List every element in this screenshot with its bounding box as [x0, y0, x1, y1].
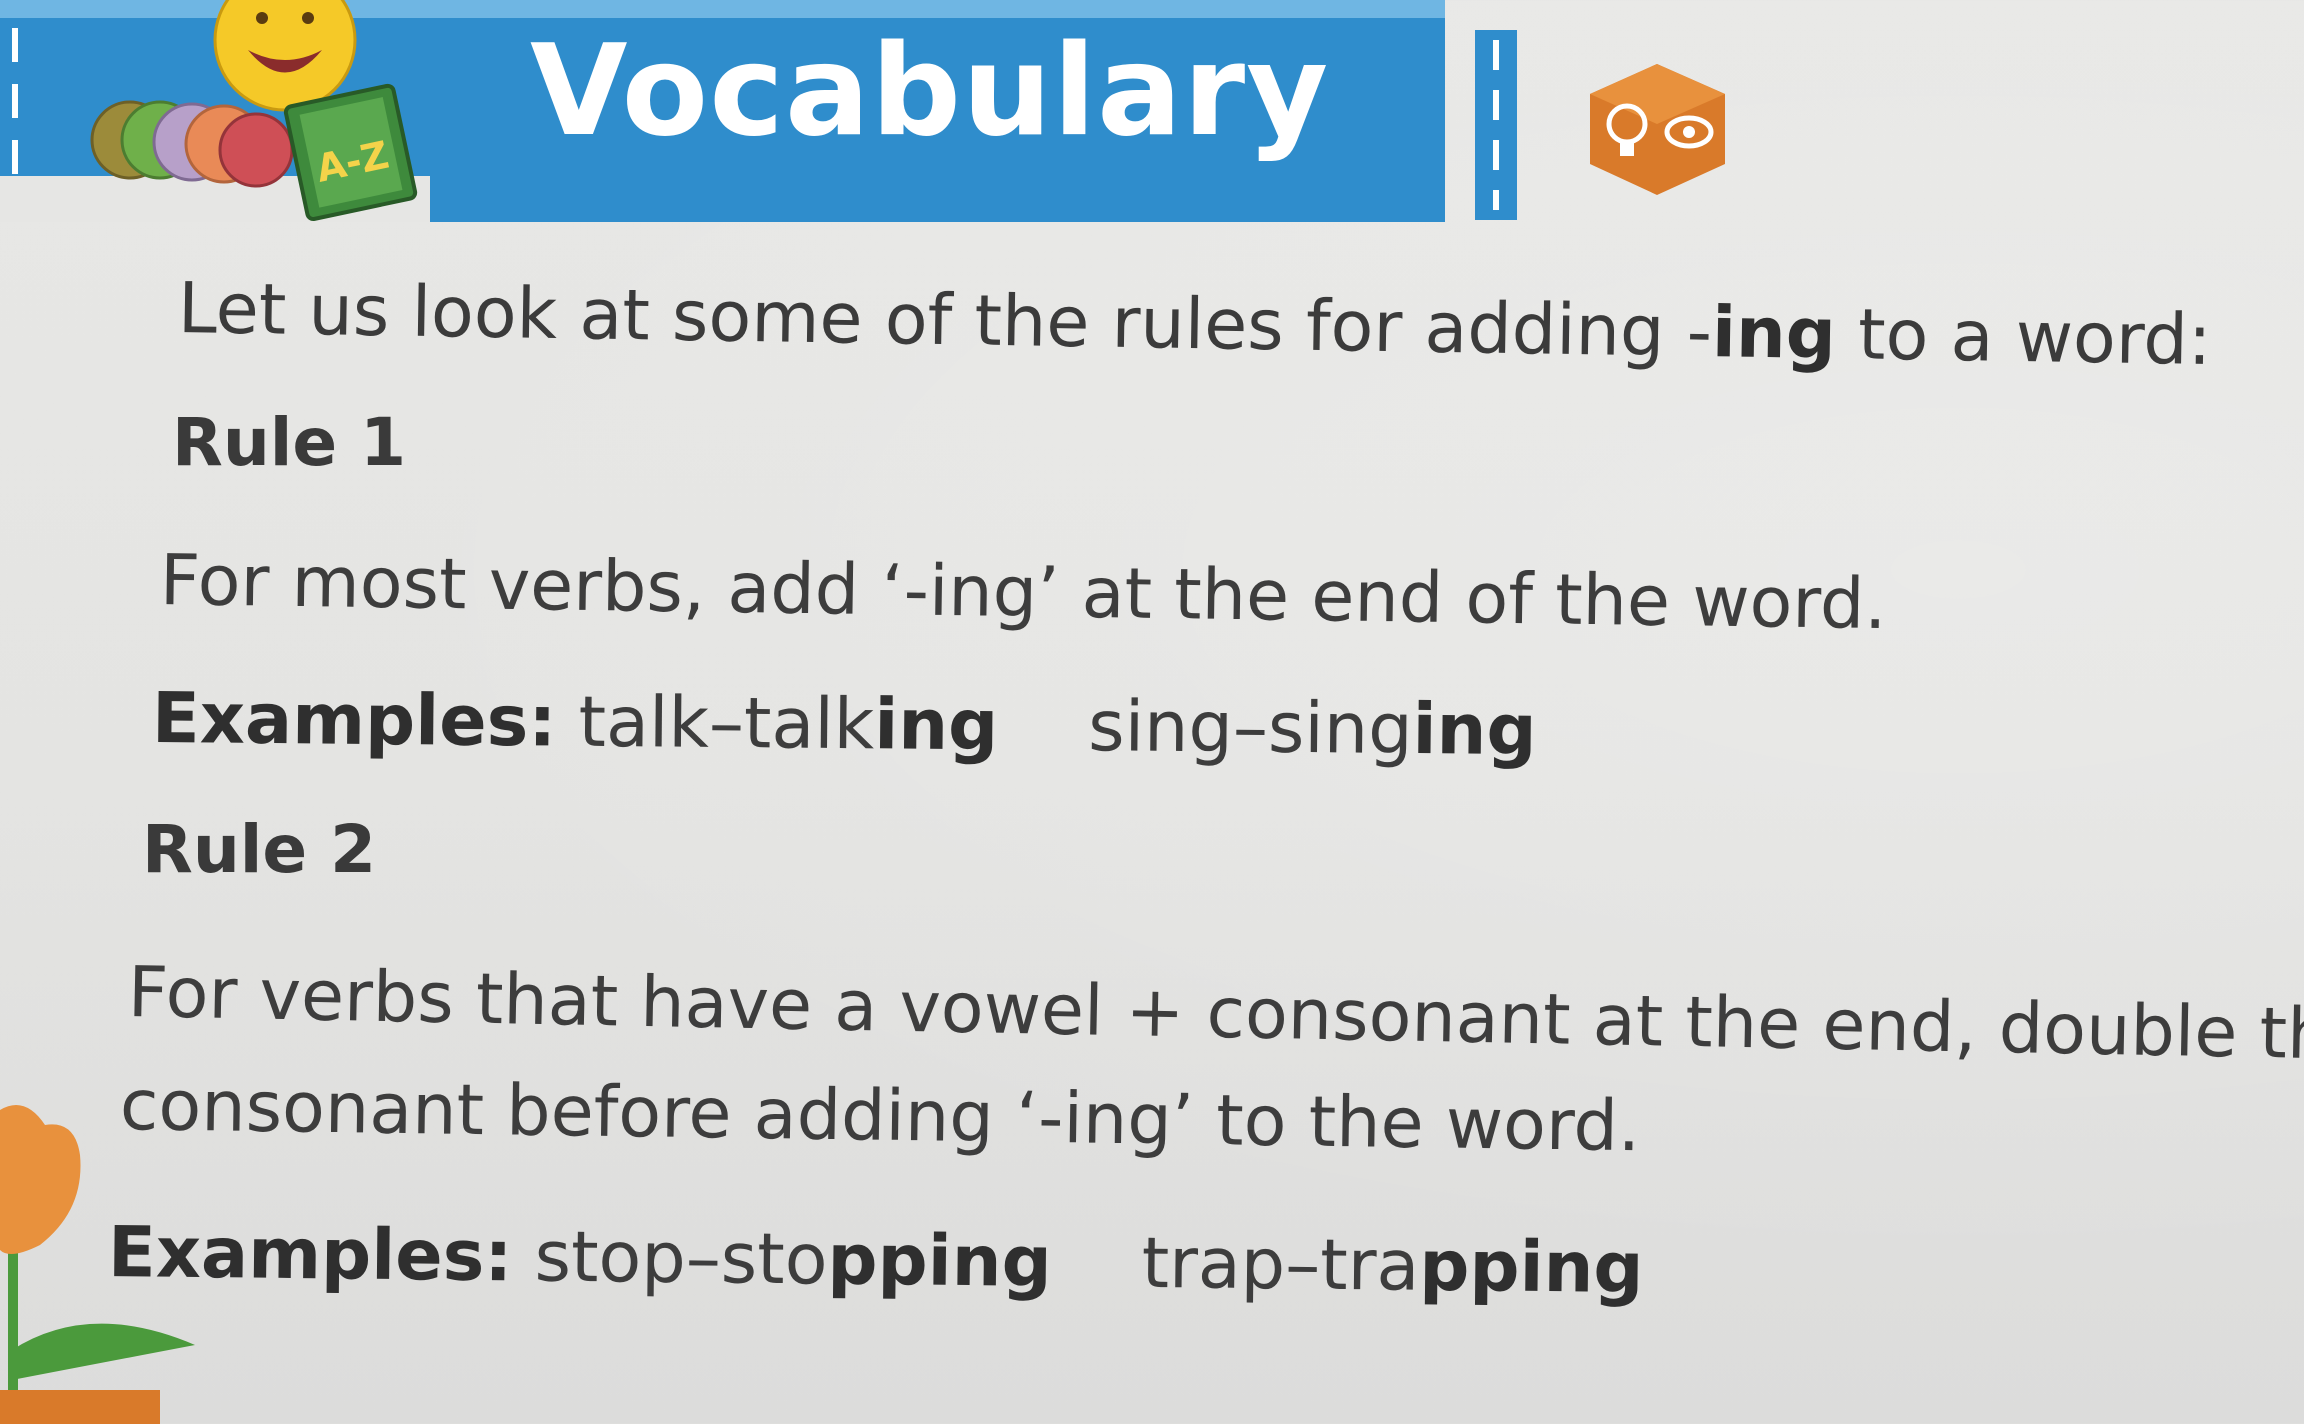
rule-2-heading: Rule 2	[142, 811, 377, 888]
intro-text-after: to a word:	[1835, 293, 2213, 381]
skill-badge	[1590, 64, 1725, 195]
flower-decoration-icon	[0, 1105, 195, 1424]
intro-text-before: Let us look at some of the rules for add…	[177, 267, 1713, 374]
example-word: sing–singing	[1087, 685, 1537, 772]
rule-2-examples: Examples: stop–stopping trap–trapping	[108, 1211, 1644, 1310]
end-bar-dashed-line	[1493, 40, 1499, 210]
examples-label: Examples:	[151, 677, 557, 763]
example-word: stop–stopping	[534, 1215, 1053, 1303]
rule-2-text-line-2: consonant before adding ‘-ing’ to the wo…	[119, 1064, 1641, 1168]
intro-suffix: ing	[1711, 291, 1837, 376]
bookworm-mascot-icon: A-Z	[90, 0, 418, 222]
banner-dashed-line	[12, 28, 18, 178]
example-word: talk–talking	[578, 680, 999, 767]
rule-2-text-line-1: For verbs that have a vowel + consonant …	[127, 951, 2304, 1077]
rule-1-examples: Examples: talk–talking sing–singing	[151, 677, 1537, 772]
rule-1-text: For most verbs, add ‘-ing’ at the end of…	[159, 539, 1888, 646]
intro-text: Let us look at some of the rules for add…	[177, 267, 2213, 381]
rule-1-heading: Rule 1	[172, 404, 407, 481]
example-word: trap–trapping	[1141, 1221, 1644, 1310]
page-title: Vocabulary	[530, 17, 1330, 164]
